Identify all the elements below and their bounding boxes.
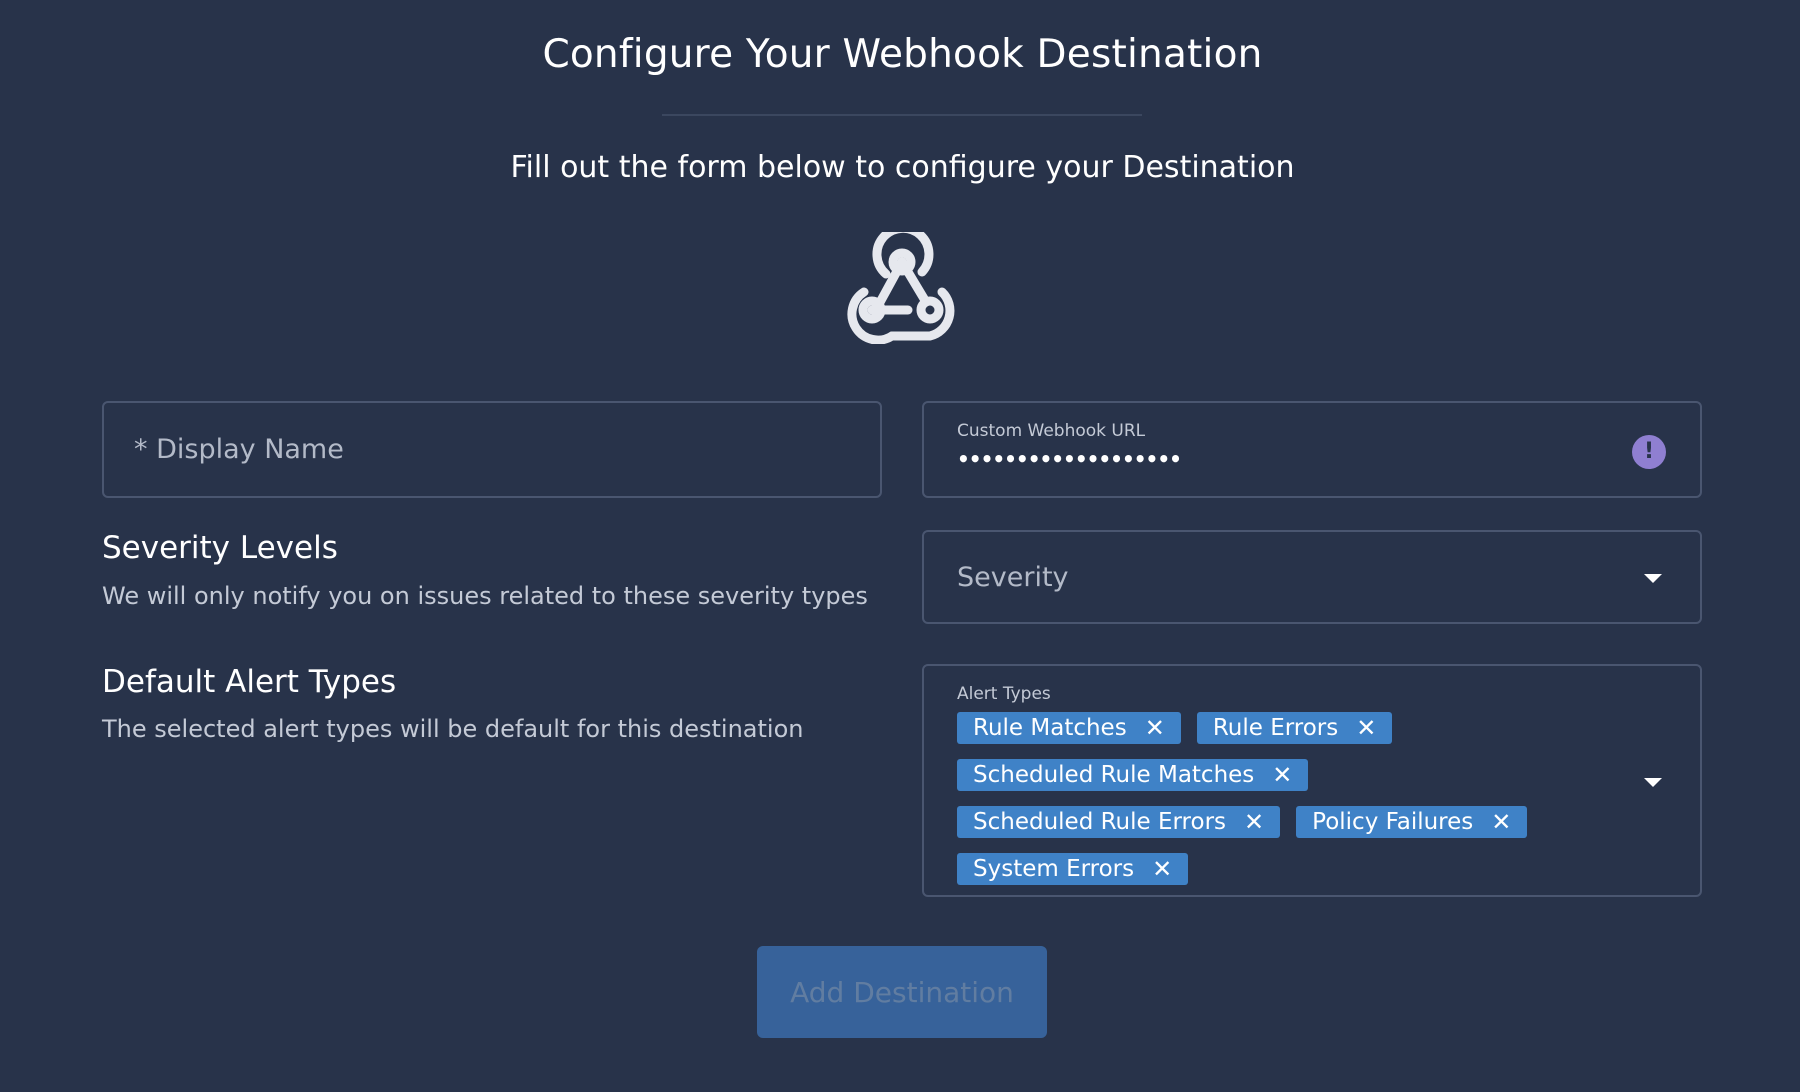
alert-types-select[interactable]: Alert Types Rule Matches ✕ Rule Errors ✕… [922,664,1702,897]
exclamation-icon[interactable]: ! [1632,435,1666,469]
chip-system-errors: System Errors ✕ [957,853,1189,885]
close-icon[interactable]: ✕ [1244,810,1264,834]
chevron-down-icon[interactable] [1644,574,1662,583]
default-alert-types-description: The selected alert types will be default… [102,715,804,743]
chip-scheduled-rule-errors: Scheduled Rule Errors ✕ [957,806,1281,838]
chip-rule-errors: Rule Errors ✕ [1196,712,1393,744]
alert-types-label: Alert Types [957,684,1051,704]
title-divider [662,114,1142,116]
page-title: Configure Your Webhook Destination [542,32,1263,77]
webhook-icon [847,232,955,344]
webhook-url-field[interactable]: Custom Webhook URL ••••••••••••••••••• ! [922,401,1702,498]
close-icon[interactable]: ✕ [1356,716,1376,740]
webhook-url-label: Custom Webhook URL [957,421,1146,441]
display-name-field[interactable] [102,401,882,498]
severity-levels-title: Severity Levels [102,530,338,566]
chevron-down-icon[interactable] [1644,778,1662,787]
severity-placeholder: Severity [957,562,1069,593]
chip-policy-failures: Policy Failures ✕ [1296,806,1528,838]
display-name-input[interactable] [134,429,834,469]
page-subtitle: Fill out the form below to configure you… [510,150,1295,185]
add-destination-button[interactable]: Add Destination [757,946,1047,1038]
webhook-url-masked-value[interactable]: ••••••••••••••••••• [957,447,1182,471]
chip-scheduled-rule-matches: Scheduled Rule Matches ✕ [957,759,1309,791]
close-icon[interactable]: ✕ [1491,810,1511,834]
default-alert-types-title: Default Alert Types [102,664,397,700]
severity-levels-description: We will only notify you on issues relate… [102,582,868,610]
webhook-config-page: Configure Your Webhook Destination Fill … [0,0,1800,1092]
close-icon[interactable]: ✕ [1152,857,1172,881]
severity-select[interactable]: Severity [922,530,1702,624]
chip-rule-matches: Rule Matches ✕ [957,712,1181,744]
close-icon[interactable]: ✕ [1145,716,1165,740]
close-icon[interactable]: ✕ [1272,763,1292,787]
